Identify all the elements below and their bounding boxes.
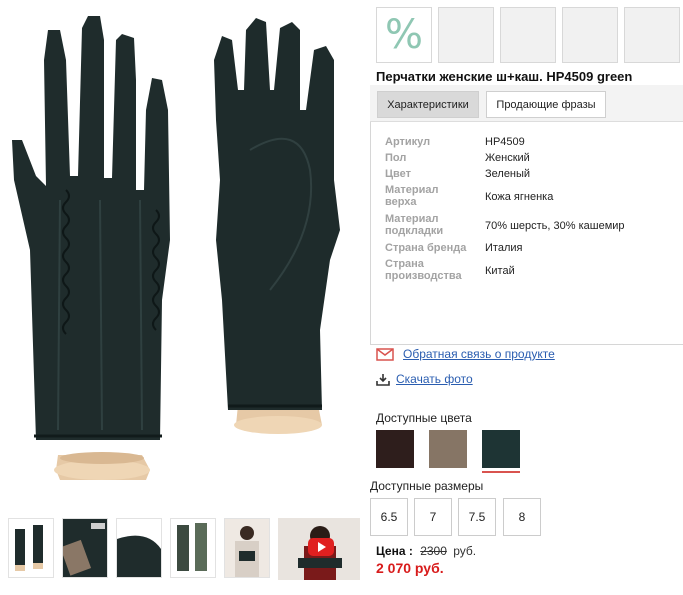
thumbnail-1[interactable]: [8, 518, 54, 578]
old-price: 2300: [420, 544, 447, 558]
product-title: Перчатки женские ш+каш. HP4509 green: [376, 69, 633, 84]
spec-label: Материал подкладки: [385, 213, 444, 237]
size-option[interactable]: 7: [414, 498, 452, 536]
spec-label: Материал верха: [385, 184, 439, 208]
spec-value: Китай: [485, 265, 515, 277]
spec-label: Артикул: [385, 136, 431, 148]
color-swatch-green[interactable]: [482, 430, 520, 468]
spec-label: Страна производства: [385, 258, 462, 282]
tab-selling-phrases[interactable]: Продающие фразы: [486, 91, 606, 118]
feedback-link[interactable]: Обратная связь о продукте: [403, 347, 555, 361]
size-option[interactable]: 8: [503, 498, 541, 536]
spec-label: Страна бренда: [385, 242, 467, 254]
size-option[interactable]: 6.5: [370, 498, 408, 536]
price-unit: руб.: [453, 544, 477, 558]
spec-label: Пол: [385, 152, 407, 164]
badge-placeholder: [562, 7, 618, 63]
download-icon: [376, 373, 390, 389]
spec-value: HP4509: [485, 136, 525, 148]
badge-placeholder: [438, 7, 494, 63]
new-price: 2 070 руб.: [376, 560, 444, 576]
tab-bar: Характеристики Продающие фразы: [370, 85, 683, 122]
spec-value: Зеленый: [485, 168, 531, 180]
thumbnail-2[interactable]: [62, 518, 108, 578]
main-product-image[interactable]: [0, 0, 370, 505]
spec-value: Италия: [485, 242, 523, 254]
price-row: Цена : 2300 руб.: [376, 544, 476, 558]
color-swatch-taupe[interactable]: [429, 430, 467, 468]
thumbnail-5[interactable]: [224, 518, 270, 578]
badge-placeholder: [624, 7, 680, 63]
color-swatch-dark-brown[interactable]: [376, 430, 414, 468]
size-option[interactable]: 7.5: [458, 498, 496, 536]
download-photo-link[interactable]: Скачать фото: [396, 372, 473, 386]
spec-value: Женский: [485, 152, 530, 164]
price-label: Цена :: [376, 544, 413, 558]
selected-color-indicator: [482, 471, 520, 473]
play-icon[interactable]: [308, 538, 334, 556]
tab-characteristics[interactable]: Характеристики: [377, 91, 479, 118]
spec-value: 70% шерсть, 30% кашемир: [485, 220, 625, 232]
spec-label: Цвет: [385, 168, 412, 180]
sale-badge: %: [376, 7, 432, 63]
spec-value: Кожа ягненка: [485, 191, 554, 203]
thumbnail-3[interactable]: [116, 518, 162, 578]
envelope-icon: [376, 348, 394, 364]
sizes-label: Доступные размеры: [370, 479, 484, 493]
video-thumbnail[interactable]: [278, 518, 360, 580]
badge-placeholder: [500, 7, 556, 63]
thumbnail-strip: [8, 518, 363, 580]
colors-label: Доступные цвета: [376, 411, 472, 425]
thumbnail-4[interactable]: [170, 518, 216, 578]
